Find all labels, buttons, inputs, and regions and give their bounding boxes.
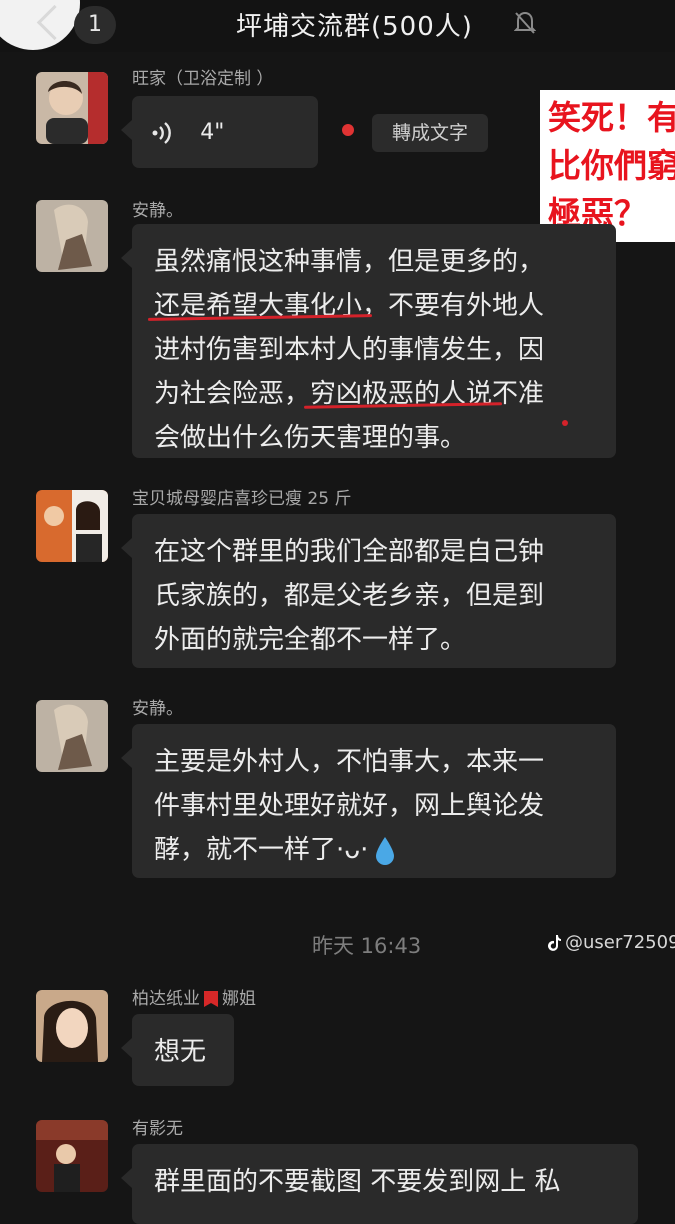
bell-off-icon: [514, 11, 536, 34]
sender-name-part: 娜姐: [222, 989, 256, 1009]
avatar[interactable]: [36, 700, 108, 772]
message-text-line: 主要是外村人，不怕事大，本来一: [154, 747, 545, 777]
message-bubble[interactable]: 想无: [121, 1014, 234, 1086]
underlined-text: 穷凶极恶的人说: [310, 379, 493, 409]
underlined-text: 还是希望大事化小: [154, 291, 363, 321]
tiktok-watermark: @user725098: [548, 932, 675, 953]
sender-name: 安静。: [132, 201, 183, 221]
annotation-line: 比你們窮: [548, 146, 675, 185]
sweat-drop-emoji-icon: [376, 836, 395, 865]
avatar[interactable]: [36, 200, 108, 272]
red-pen-mark: [562, 420, 568, 426]
annotation-line: 笑死！有: [548, 98, 675, 137]
message-text-line: 想无: [154, 1037, 207, 1067]
message-bubble[interactable]: 虽然痛恨这种事情，但是更多的， 还是希望大事化小，不要有外地人 进村伤害到本村人…: [121, 224, 616, 458]
unread-count-badge[interactable]: 1: [74, 6, 116, 44]
avatar[interactable]: [36, 1120, 108, 1192]
message-text-line: 在这个群里的我们全部都是自己钟: [154, 537, 545, 567]
message-bubble[interactable]: 主要是外村人，不怕事大，本来一 件事村里处理好就好，网上舆论发 酵，就不一样了·…: [121, 724, 616, 878]
sender-name-part: 柏达纸业: [132, 989, 200, 1009]
convert-to-text-button[interactable]: 轉成文字: [372, 114, 488, 152]
annotation-overlay: 笑死！有 比你們窮 極惡？: [540, 90, 675, 242]
tiktok-logo-icon: [548, 935, 561, 951]
red-flag-icon: [204, 991, 218, 1007]
sender-name: 宝贝城母婴店喜珍已瘦 25 斤: [132, 489, 352, 509]
group-title: 坪埔交流群(500人): [236, 12, 473, 42]
voice-message-bubble[interactable]: 4": [121, 96, 318, 168]
message-bubble[interactable]: 在这个群里的我们全部都是自己钟 氏家族的，都是父老乡亲，但是到 外面的就完全都不…: [121, 514, 616, 668]
voice-duration: 4": [200, 119, 225, 145]
message-text-line: 为社会险恶，穷凶极恶的人说不准: [154, 379, 545, 409]
sender-name: 安静。: [132, 699, 183, 719]
message-bubble[interactable]: 群里面的不要截图 不要发到网上 私: [121, 1144, 638, 1224]
message-text-line: 虽然痛恨这种事情，但是更多的，: [154, 247, 545, 277]
watermark-handle: @user725098: [565, 932, 675, 953]
sender-name: 旺家（卫浴定制 ）: [132, 69, 274, 89]
chat-header: 1 坪埔交流群(500人): [0, 0, 675, 52]
message-text-line: 件事村里处理好就好，网上舆论发: [154, 791, 545, 821]
sender-name: 柏达纸业 娜姐: [132, 984, 256, 1009]
message-text-line: 进村伤害到本村人的事情发生，因: [154, 335, 545, 365]
avatar[interactable]: [36, 72, 108, 144]
message-text: 酵，就不一样了·ᴗ·: [154, 835, 369, 865]
avatar[interactable]: [36, 490, 108, 562]
message-text-line: 外面的就完全都不一样了。: [154, 625, 467, 655]
message-text-line: 会做出什么伤天害理的事。: [154, 423, 467, 453]
avatar[interactable]: [36, 990, 108, 1062]
sender-name: 有影无: [132, 1119, 183, 1139]
message-text-line: 群里面的不要截图 不要发到网上 私: [154, 1167, 561, 1197]
message-text-line: 酵，就不一样了·ᴗ·: [154, 828, 594, 872]
message-timestamp: 昨天 16:43: [312, 934, 422, 958]
message-text-line: 还是希望大事化小，不要有外地人: [154, 291, 545, 321]
message-text-line: 氏家族的，都是父老乡亲，但是到: [154, 581, 545, 611]
unplayed-dot: [342, 124, 354, 136]
voice-wave-icon: [152, 121, 171, 144]
